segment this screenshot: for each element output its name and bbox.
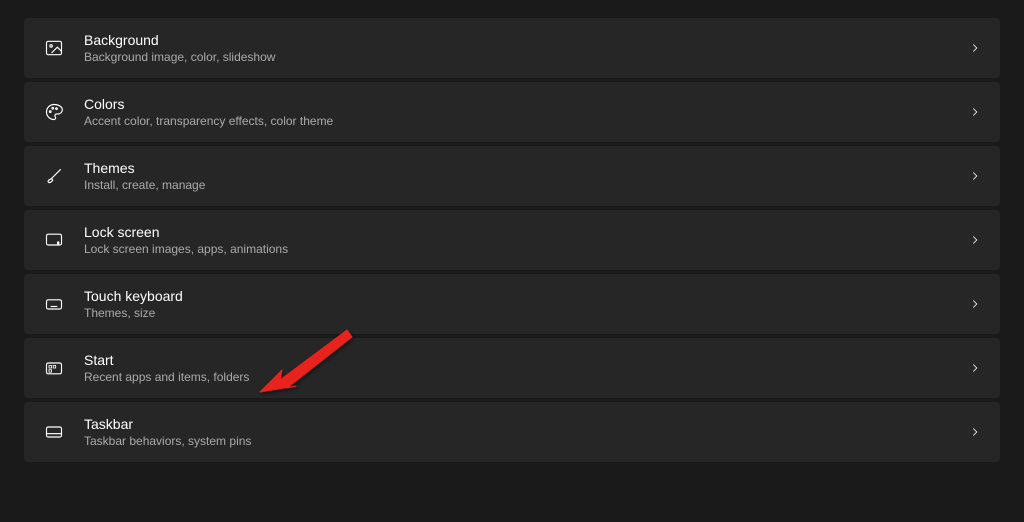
item-title: Lock screen — [84, 224, 968, 240]
item-subtitle: Taskbar behaviors, system pins — [84, 434, 968, 448]
item-title: Colors — [84, 96, 968, 112]
item-title: Taskbar — [84, 416, 968, 432]
settings-item-touchkeyboard[interactable]: Touch keyboard Themes, size — [24, 274, 1000, 334]
settings-item-lockscreen[interactable]: Lock screen Lock screen images, apps, an… — [24, 210, 1000, 270]
settings-item-taskbar[interactable]: Taskbar Taskbar behaviors, system pins — [24, 402, 1000, 462]
image-icon — [42, 36, 66, 60]
text-block: Background Background image, color, slid… — [84, 32, 968, 64]
item-subtitle: Themes, size — [84, 306, 968, 320]
chevron-right-icon — [968, 169, 982, 183]
item-subtitle: Recent apps and items, folders — [84, 370, 968, 384]
palette-icon — [42, 100, 66, 124]
lock-screen-icon — [42, 228, 66, 252]
item-subtitle: Lock screen images, apps, animations — [84, 242, 968, 256]
item-title: Themes — [84, 160, 968, 176]
settings-item-background[interactable]: Background Background image, color, slid… — [24, 18, 1000, 78]
chevron-right-icon — [968, 41, 982, 55]
taskbar-icon — [42, 420, 66, 444]
settings-list: Background Background image, color, slid… — [24, 18, 1000, 462]
chevron-right-icon — [968, 297, 982, 311]
settings-item-colors[interactable]: Colors Accent color, transparency effect… — [24, 82, 1000, 142]
chevron-right-icon — [968, 105, 982, 119]
chevron-right-icon — [968, 425, 982, 439]
text-block: Touch keyboard Themes, size — [84, 288, 968, 320]
chevron-right-icon — [968, 361, 982, 375]
item-title: Background — [84, 32, 968, 48]
text-block: Colors Accent color, transparency effect… — [84, 96, 968, 128]
brush-icon — [42, 164, 66, 188]
text-block: Themes Install, create, manage — [84, 160, 968, 192]
item-subtitle: Accent color, transparency effects, colo… — [84, 114, 968, 128]
item-subtitle: Background image, color, slideshow — [84, 50, 968, 64]
text-block: Start Recent apps and items, folders — [84, 352, 968, 384]
keyboard-icon — [42, 292, 66, 316]
chevron-right-icon — [968, 233, 982, 247]
settings-item-themes[interactable]: Themes Install, create, manage — [24, 146, 1000, 206]
item-subtitle: Install, create, manage — [84, 178, 968, 192]
item-title: Touch keyboard — [84, 288, 968, 304]
item-title: Start — [84, 352, 968, 368]
start-icon — [42, 356, 66, 380]
text-block: Lock screen Lock screen images, apps, an… — [84, 224, 968, 256]
settings-item-start[interactable]: Start Recent apps and items, folders — [24, 338, 1000, 398]
text-block: Taskbar Taskbar behaviors, system pins — [84, 416, 968, 448]
